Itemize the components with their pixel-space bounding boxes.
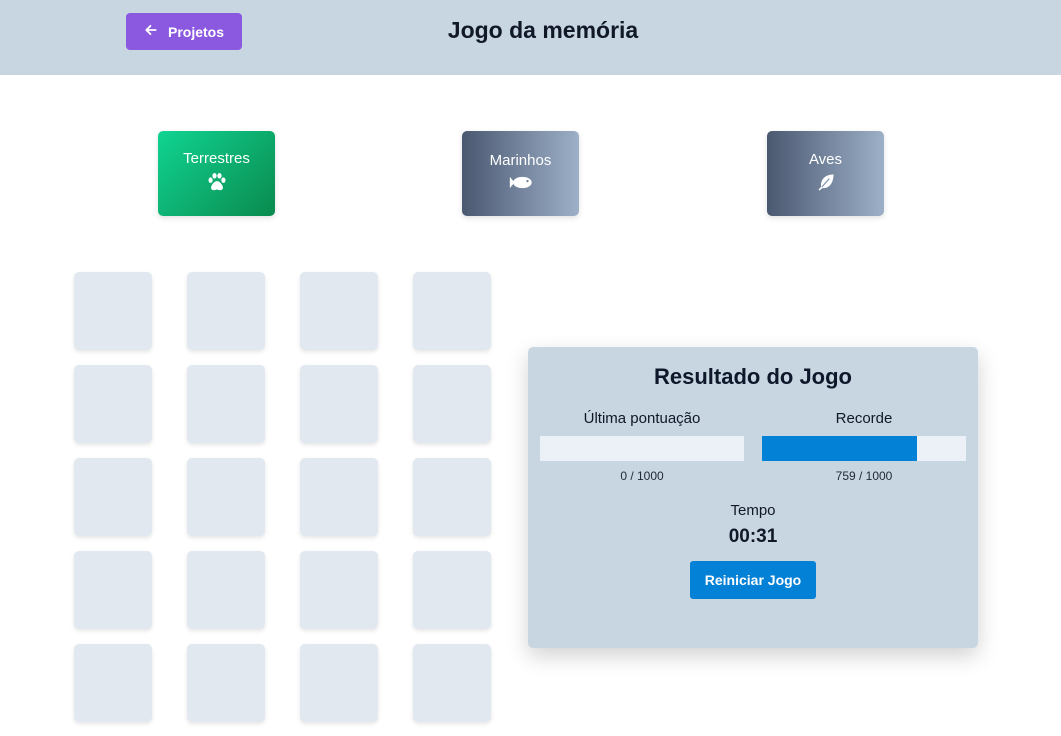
category-label: Marinhos	[489, 151, 552, 169]
category-label: Terrestres	[183, 150, 250, 167]
memory-card[interactable]	[413, 365, 491, 443]
result-panel: Resultado do Jogo Última pontuação 0 / 1…	[528, 347, 978, 648]
memory-card[interactable]	[413, 644, 491, 722]
time-value: 00:31	[728, 526, 778, 547]
paw-icon	[206, 171, 228, 197]
category-aves[interactable]: Aves	[767, 131, 884, 216]
memory-card[interactable]	[74, 551, 152, 629]
page-title: Jogo da memória	[447, 17, 639, 43]
memory-card[interactable]	[413, 272, 491, 350]
last-score-bar	[540, 436, 744, 461]
restart-game-button[interactable]: Reiniciar Jogo	[690, 561, 816, 599]
category-marinhos[interactable]: Marinhos	[462, 131, 579, 216]
memory-card[interactable]	[300, 458, 378, 536]
last-score-label: Última pontuação	[583, 410, 701, 427]
last-score-value: 0 / 1000	[620, 469, 664, 483]
memory-card[interactable]	[74, 365, 152, 443]
memory-card[interactable]	[300, 644, 378, 722]
memory-card[interactable]	[300, 365, 378, 443]
fish-icon	[508, 173, 534, 196]
memory-card[interactable]	[74, 458, 152, 536]
memory-card[interactable]	[74, 644, 152, 722]
memory-board	[74, 272, 491, 722]
memory-card[interactable]	[187, 644, 265, 722]
feather-icon	[816, 172, 836, 196]
category-terrestres[interactable]: Terrestres	[158, 131, 275, 216]
result-title: Resultado do Jogo	[654, 364, 852, 389]
category-label: Aves	[808, 151, 843, 168]
record-bar-fill	[762, 436, 917, 461]
record-bar	[762, 436, 966, 461]
memory-card[interactable]	[187, 551, 265, 629]
memory-card[interactable]	[187, 272, 265, 350]
memory-card[interactable]	[187, 365, 265, 443]
top-header: Projetos Jogo da memória	[0, 0, 1061, 75]
memory-card[interactable]	[187, 458, 265, 536]
memory-card[interactable]	[413, 551, 491, 629]
memory-card[interactable]	[300, 551, 378, 629]
memory-card[interactable]	[413, 458, 491, 536]
memory-card[interactable]	[74, 272, 152, 350]
record-label: Recorde	[835, 410, 893, 427]
memory-card[interactable]	[300, 272, 378, 350]
record-value: 759 / 1000	[835, 469, 893, 483]
time-label: Tempo	[730, 502, 776, 519]
